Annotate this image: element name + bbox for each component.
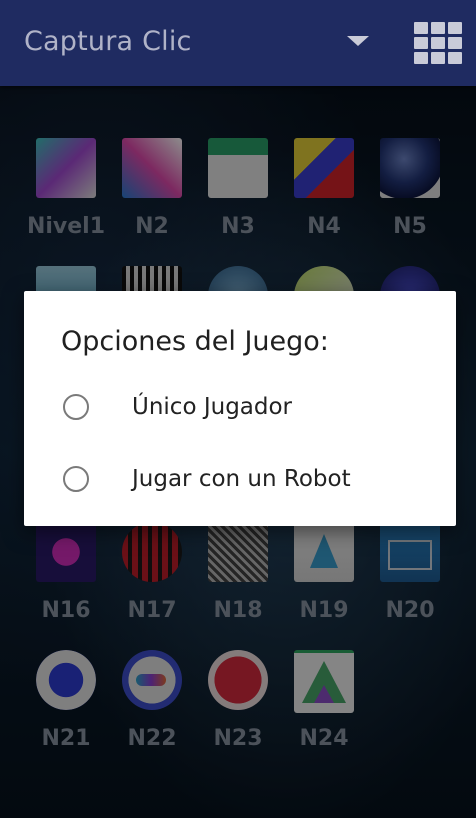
app-bar: Captura Clic [0,0,476,86]
chevron-down-icon[interactable] [347,36,369,46]
dialog-title: Opciones del Juego: [61,326,329,357]
radio-unchecked-icon[interactable] [63,394,89,420]
option-play-with-robot[interactable]: Jugar con un Robot [24,446,456,516]
grid-menu-icon[interactable] [414,22,462,64]
radio-unchecked-icon[interactable] [63,466,89,492]
option-label: Jugar con un Robot [132,466,351,492]
app-title: Captura Clic [24,26,192,57]
option-single-player[interactable]: Único Jugador [24,374,456,444]
option-label: Único Jugador [132,394,293,420]
game-options-dialog: Opciones del Juego: Único Jugador Jugar … [24,291,456,526]
